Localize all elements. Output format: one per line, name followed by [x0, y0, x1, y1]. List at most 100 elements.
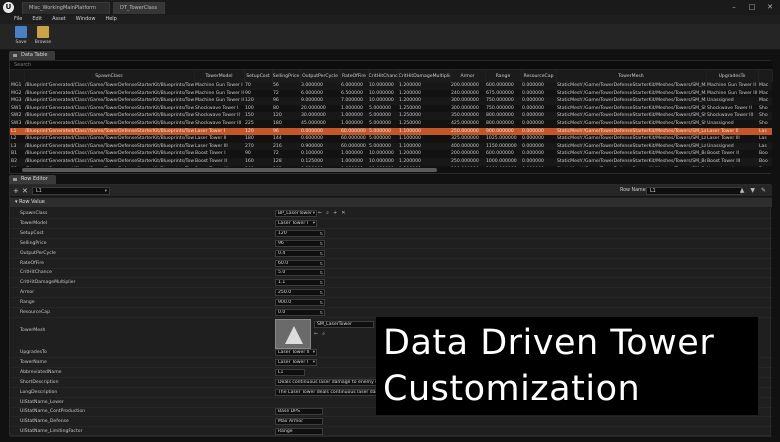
table-cell: 120 — [272, 112, 300, 120]
column-header[interactable]: OutputPerCycle — [300, 70, 341, 82]
use-selected-icon[interactable]: ← — [314, 331, 318, 338]
table-cell: 5.000000 — [368, 135, 398, 143]
table-cell: 60.000000 — [340, 142, 368, 151]
property-value-field[interactable]: Laser Tower I — [275, 219, 317, 227]
table-cell: 350.000000 — [450, 112, 485, 120]
column-header[interactable] — [10, 70, 25, 82]
table-cell: 0.000000 — [521, 82, 556, 90]
column-header[interactable]: SellingPrice — [272, 70, 301, 82]
table-row[interactable]: B2/Blueprint'Generated/Class'/Game/Tower… — [10, 157, 772, 166]
horizontal-scrollbar[interactable] — [10, 167, 772, 173]
maximize-icon[interactable]: □ — [746, 2, 758, 12]
rename-icon[interactable]: ✎ — [761, 187, 766, 195]
add-row-icon[interactable]: + — [13, 187, 19, 195]
table-cell: 96 — [272, 97, 300, 105]
menu-window[interactable]: Window — [76, 15, 96, 24]
table-cell: 5.000000 — [368, 142, 398, 151]
table-cell: Las — [758, 135, 772, 143]
property-value-field[interactable]: 250.0 — [275, 289, 325, 297]
table-row[interactable]: L2/Blueprint'Generated/Class'/Game/Tower… — [10, 135, 772, 143]
table-cell: Boost Tower II — [706, 150, 758, 158]
table-cell: 200.000000 — [450, 82, 485, 90]
table-cell: StaticMesh'/Game/TowerDefenseStarterKit/… — [556, 142, 706, 151]
table-row[interactable]: MG3/Blueprint'Generated/Class'/Game/Towe… — [10, 97, 772, 105]
column-header[interactable]: TowerMesh — [556, 70, 707, 82]
column-header[interactable]: UpgradesTo — [706, 70, 759, 82]
unreal-logo-icon: U — [3, 2, 14, 13]
scrollbar-thumb[interactable] — [22, 168, 437, 172]
property-value-field[interactable]: L1 — [275, 368, 305, 376]
table-row[interactable]: L3/Blueprint'Generated/Class'/Game/Tower… — [10, 142, 772, 151]
save-button[interactable]: Save — [11, 26, 31, 45]
property-value-field[interactable]: 5.0 — [275, 269, 325, 277]
property-value-field[interactable]: Laser Tower I — [275, 358, 317, 366]
close-icon[interactable]: ✕ — [764, 2, 776, 12]
browse-asset-icon[interactable]: ⌕ — [322, 331, 325, 338]
table-row[interactable]: SW3/Blueprint'Generated/Class'/Game/Towe… — [10, 119, 772, 128]
table-row[interactable]: B1/Blueprint'Generated/Class'/Game/Tower… — [10, 150, 772, 158]
table-row[interactable]: MG1/Blueprint'Generated/Class'/Game/Towe… — [10, 82, 772, 90]
move-down-icon[interactable]: ▼ — [750, 187, 755, 195]
column-header[interactable]: CritHitChance — [368, 70, 399, 82]
browse-button[interactable]: Browse — [33, 26, 53, 45]
spawnclass-action-icons: ← ⌕ + ✕ — [318, 210, 345, 217]
use-selected-class-icon[interactable]: ← — [318, 210, 322, 217]
move-up-icon[interactable]: ▲ — [740, 187, 745, 195]
tab-data-table[interactable]: Data Table — [9, 51, 56, 60]
property-value-field[interactable]: Laser Tower II — [275, 349, 317, 356]
property-value-field[interactable]: 1.1 — [275, 279, 325, 287]
column-header[interactable]: CritHitDamageMultiplier — [398, 70, 451, 82]
tab-main-platform[interactable]: Misc_WorkingMainPlatform — [22, 2, 110, 14]
property-value-field[interactable]: Base DPS — [275, 408, 323, 416]
table-cell: 60.000000 — [340, 127, 368, 136]
property-value-field[interactable]: 0.4 — [275, 249, 325, 257]
row-value-section-header[interactable]: ▾ Row Value — [10, 198, 772, 207]
menu-asset[interactable]: Asset — [52, 15, 66, 24]
property-value-field[interactable]: 120 — [275, 229, 325, 237]
column-header[interactable]: SpawnClass — [24, 70, 195, 82]
table-cell: 600.000000 — [485, 150, 521, 158]
property-value-field[interactable]: 96 — [275, 239, 325, 247]
property-value-field[interactable]: Deals continuous laser damage to enemy u… — [275, 378, 385, 386]
table-search-input[interactable]: Search — [10, 61, 772, 70]
table-cell: StaticMesh'/Game/TowerDefenseStarterKit/… — [556, 112, 706, 120]
table-row[interactable]: SW1/Blueprint'Generated/Class'/Game/Towe… — [10, 104, 772, 113]
clear-class-icon[interactable]: ✕ — [341, 210, 345, 217]
table-cell: 750.000000 — [485, 104, 521, 113]
property-value-field[interactable]: Max Armor — [275, 418, 323, 426]
table-cell: 60.000000 — [340, 135, 368, 143]
property-value-field[interactable]: 900.0 — [275, 299, 325, 307]
table-cell: Laser Tower III — [194, 142, 244, 151]
table-row[interactable]: L1/Blueprint'Generated/Class'/Game/Tower… — [10, 127, 772, 136]
data-table: SpawnClass TowerModel SetupCost SellingPric… — [10, 70, 773, 174]
column-header[interactable]: SetupCost — [244, 70, 273, 82]
table-row[interactable]: SW2/Blueprint'Generated/Class'/Game/Towe… — [10, 112, 772, 120]
menu-file[interactable]: File — [14, 15, 22, 24]
menu-edit[interactable]: Edit — [32, 15, 42, 24]
table-cell: 1.250000 — [398, 119, 450, 128]
property-value-field[interactable]: 0.0 — [275, 309, 325, 316]
table-row[interactable]: MG2/Blueprint'Generated/Class'/Game/Towe… — [10, 89, 772, 98]
tab-tower-class[interactable]: DT_TowerClass — [113, 2, 165, 14]
property-value-field[interactable]: Range — [275, 428, 323, 436]
property-value-field[interactable]: 60.0 — [275, 259, 325, 267]
column-header[interactable]: TowerModel — [194, 70, 245, 82]
column-header[interactable]: Range — [485, 70, 522, 82]
menu-help[interactable]: Help — [105, 15, 116, 24]
column-header[interactable]: ResourceCap — [521, 70, 557, 82]
column-header[interactable]: Armor — [450, 70, 486, 82]
mesh-thumbnail[interactable] — [275, 319, 311, 349]
tower-mesh-combo[interactable]: SM_LaserTower — [314, 321, 374, 328]
browse-class-icon[interactable]: ⌕ — [326, 210, 329, 217]
tab-row-editor[interactable]: Row Editor — [9, 175, 56, 184]
column-header[interactable]: RateOfFire — [340, 70, 369, 82]
property-value-field[interactable]: The Laser Tower deals continuous laser d… — [275, 388, 385, 396]
row-name-input[interactable]: L1 — [646, 187, 742, 195]
property-value-field[interactable]: BP_LaserTower — [275, 210, 317, 217]
column-header[interactable] — [758, 70, 773, 82]
minimize-icon[interactable]: – — [728, 2, 740, 12]
table-cell: 300.000000 — [450, 104, 485, 113]
row-selector-combo[interactable]: L1 — [32, 187, 110, 195]
remove-row-icon[interactable]: ✕ — [22, 187, 28, 195]
add-class-icon[interactable]: + — [333, 210, 337, 217]
